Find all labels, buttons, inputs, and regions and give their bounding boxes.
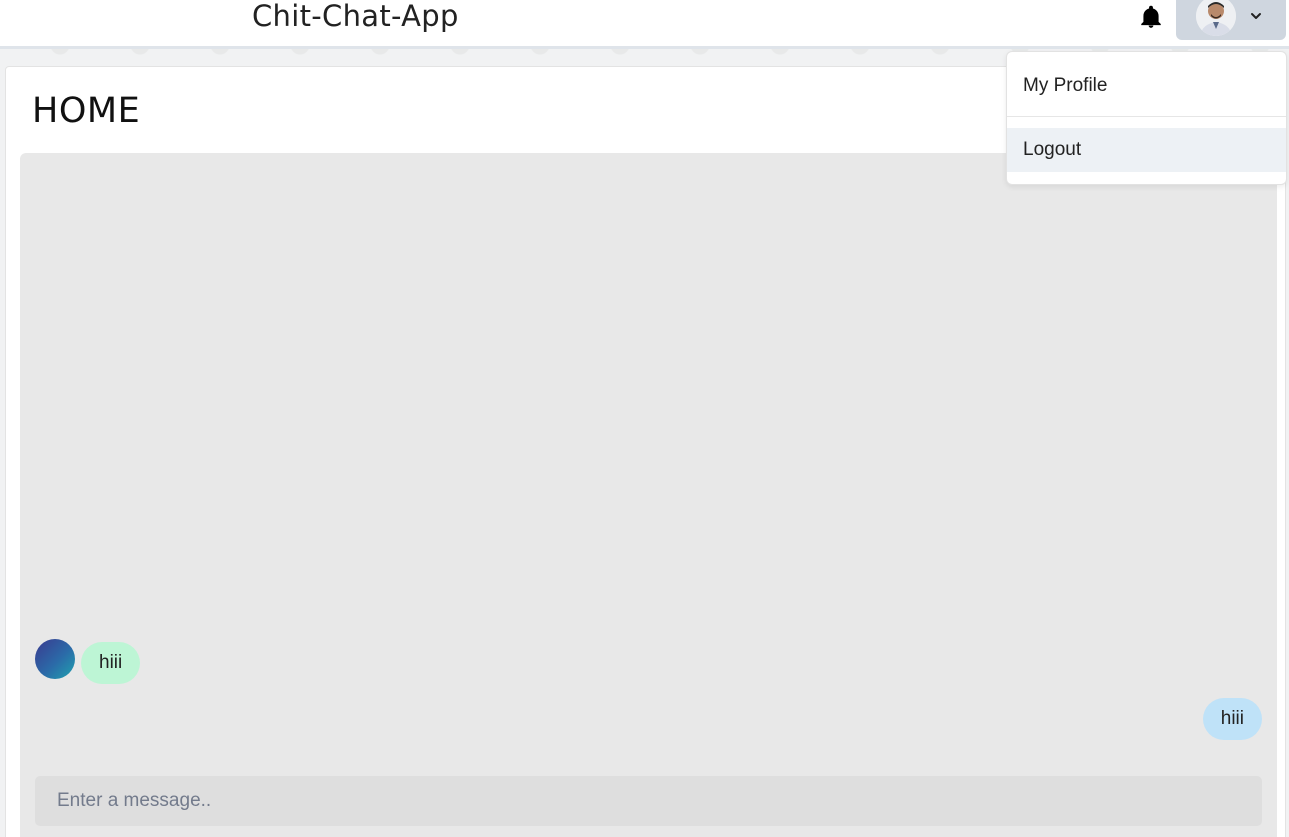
chat-messages-area[interactable]: hiii hiii bbox=[20, 153, 1277, 837]
app-title: Chit-Chat-App bbox=[252, 0, 459, 33]
page-title: HOME bbox=[32, 91, 141, 131]
sender-avatar[interactable] bbox=[35, 639, 75, 679]
menu-divider bbox=[1007, 116, 1286, 117]
user-menu-button[interactable] bbox=[1176, 0, 1286, 40]
menu-item-logout[interactable]: Logout bbox=[1007, 128, 1286, 172]
menu-item-my-profile[interactable]: My Profile bbox=[1007, 64, 1286, 108]
message-input[interactable] bbox=[35, 776, 1262, 826]
user-dropdown-menu: My Profile Logout bbox=[1006, 51, 1287, 185]
top-navbar: Chit-Chat-App bbox=[0, 0, 1289, 49]
chevron-down-icon bbox=[1251, 13, 1261, 19]
user-avatar bbox=[1196, 0, 1236, 36]
notification-bell-button[interactable] bbox=[1138, 4, 1164, 30]
received-message-bubble: hiii bbox=[81, 642, 141, 684]
bell-icon bbox=[1141, 5, 1161, 28]
sent-message-bubble: hiii bbox=[1202, 698, 1262, 740]
